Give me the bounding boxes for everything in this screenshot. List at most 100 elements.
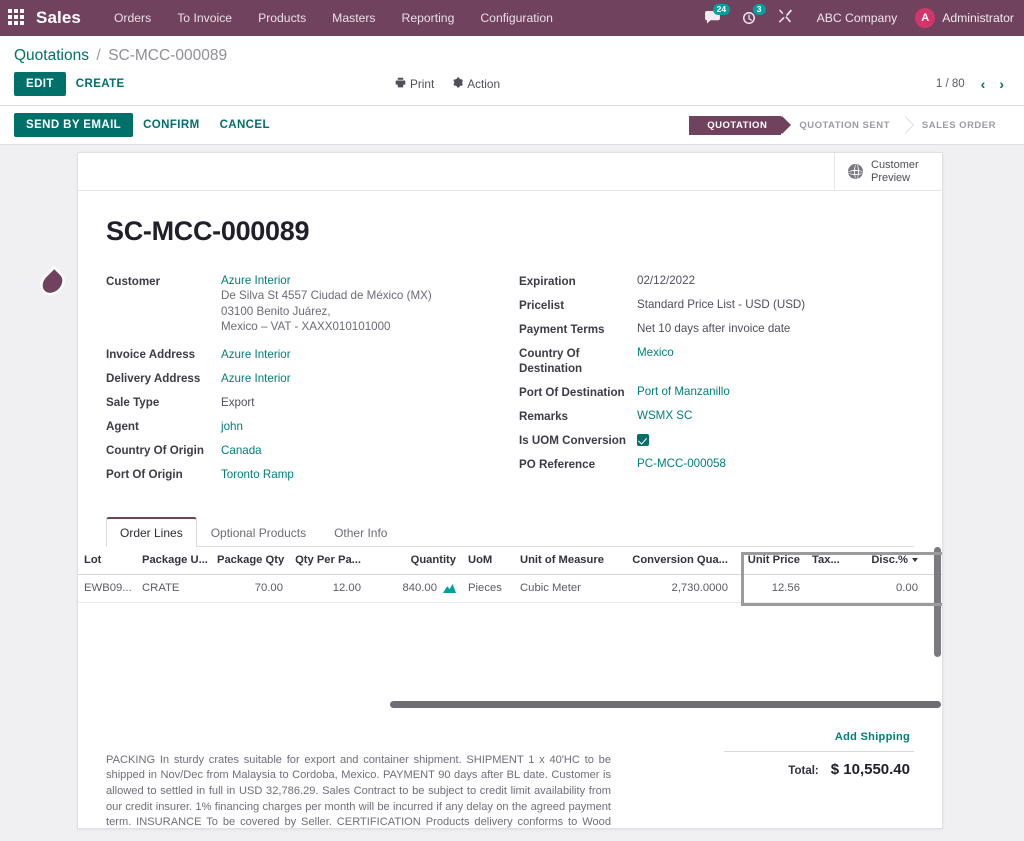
cell-uom[interactable]: Pieces (462, 574, 514, 603)
menu-configuration[interactable]: Configuration (467, 0, 566, 36)
create-button[interactable]: Create (66, 72, 135, 96)
cell-discount[interactable]: 0.00 (854, 574, 924, 603)
menu-products[interactable]: Products (245, 0, 319, 36)
app-brand[interactable]: Sales (36, 8, 81, 28)
wrench-icon[interactable] (767, 0, 803, 36)
field-value-remarks[interactable]: WSMX SC (637, 408, 692, 423)
status-quotation-sent[interactable]: Quotation Sent (781, 115, 914, 135)
pager-previous-icon[interactable]: ‹ (975, 77, 992, 91)
printer-icon (395, 77, 406, 91)
action-button[interactable]: Action (452, 77, 500, 91)
field-value-delivery-address[interactable]: Azure Interior (221, 371, 291, 386)
field-value-port-of-origin[interactable]: Toronto Ramp (221, 467, 294, 482)
col-conversion-quantity[interactable]: Conversion Qua... (624, 546, 734, 575)
menu-reporting[interactable]: Reporting (389, 0, 468, 36)
menu-orders[interactable]: Orders (101, 0, 164, 36)
col-discount[interactable]: Disc.% (854, 546, 924, 575)
col-package-uom[interactable]: Package U... (136, 546, 211, 575)
terms-and-conditions[interactable]: PACKING In sturdy crates suitable for ex… (106, 723, 611, 829)
breadcrumb-separator: / (96, 47, 101, 64)
col-lot[interactable]: Lot (78, 546, 136, 575)
add-shipping-button[interactable]: Add Shipping (724, 725, 914, 751)
col-uom[interactable]: UoM (462, 546, 514, 575)
user-menu[interactable]: A Administrator (911, 8, 1014, 28)
field-value-port-of-destination[interactable]: Port of Manzanillo (637, 384, 730, 399)
menu-masters[interactable]: Masters (319, 0, 388, 36)
field-label: Country Of Origin (106, 444, 204, 457)
cell-package-qty[interactable]: 70.00 (211, 574, 289, 603)
cancel-button[interactable]: Cancel (210, 113, 280, 137)
table-header: Lot Package U... Package Qty Qty Per Pa.… (78, 546, 942, 575)
field-value-customer[interactable]: Azure Interior (221, 273, 432, 288)
table-vertical-scrollbar[interactable] (934, 546, 941, 657)
cell-unit-of-measure[interactable]: Cubic Meter (514, 574, 624, 603)
apps-grid-icon[interactable] (8, 9, 26, 27)
notebook-tabs: Order Lines Optional Products Other Info (106, 516, 914, 547)
field-value-invoice-address[interactable]: Azure Interior (221, 347, 291, 362)
field-value-expiration: 02/12/2022 (637, 274, 696, 287)
field-value-country-of-origin[interactable]: Canada (221, 443, 262, 458)
is-uom-conversion-checkbox[interactable] (637, 434, 649, 446)
clock-icon[interactable]: 3 (731, 0, 767, 36)
order-lines-table-wrapper: Lot Package U... Package Qty Qty Per Pa.… (78, 546, 942, 717)
tab-other-info[interactable]: Other Info (320, 517, 401, 547)
field-value-sale-type: Export (221, 395, 255, 409)
form-fields: Customer Azure Interior De Silva St 4557… (106, 273, 914, 491)
record-sheet: Customer Preview SC-MCC-000089 Customer … (77, 152, 943, 829)
col-package-qty[interactable]: Package Qty (211, 546, 289, 575)
cell-quantity[interactable]: 840.00 (367, 574, 462, 603)
notebook: Order Lines Optional Products Other Info (78, 516, 942, 717)
cell-lot[interactable]: EWB09... (78, 574, 136, 603)
print-button[interactable]: Print (395, 77, 434, 91)
cell-qty-per-package[interactable]: 12.00 (289, 574, 367, 603)
order-lines-table: Lot Package U... Package Qty Qty Per Pa.… (78, 546, 942, 603)
field-label: Customer (106, 274, 161, 288)
field-value-country-of-destination[interactable]: Mexico (637, 345, 674, 360)
field-value-po-reference[interactable]: PC-MCC-000058 (637, 456, 726, 471)
col-unit-of-measure[interactable]: Unit of Measure (514, 546, 624, 575)
sort-caret-down-icon (912, 558, 918, 563)
confirm-button[interactable]: Confirm (133, 113, 209, 137)
globe-icon (848, 164, 863, 179)
status-sales-order[interactable]: Sales Order (903, 115, 1010, 135)
cell-unit-price[interactable]: 12.56 (734, 574, 806, 603)
chat-bubble-icon[interactable]: 24 (694, 0, 731, 36)
tab-order-lines[interactable]: Order Lines (106, 516, 197, 547)
cell-conversion-quantity[interactable]: 2,730.0000 (624, 574, 734, 603)
col-unit-price[interactable]: Unit Price (734, 546, 806, 575)
control-panel-center-actions: Print Action (395, 77, 500, 91)
total-row: Total: $ 10,550.40 (724, 750, 914, 778)
form-column-left: Customer Azure Interior De Silva St 4557… (106, 273, 510, 491)
pager: 1 / 80 ‹ › (936, 77, 1010, 91)
forecast-area-icon (443, 583, 456, 593)
field-invoice-address: Invoice Address Azure Interior (106, 347, 510, 363)
company-switcher[interactable]: ABC Company (803, 0, 912, 36)
total-label: Total: (788, 764, 819, 777)
breadcrumb-quotations[interactable]: Quotations (14, 47, 89, 64)
table-horizontal-scrollbar[interactable] (390, 700, 941, 708)
field-delivery-address: Delivery Address Azure Interior (106, 371, 510, 387)
field-value-pricelist: Standard Price List - USD (USD) (637, 298, 806, 311)
col-tax[interactable]: Tax... (806, 546, 854, 575)
customer-preview-button[interactable]: Customer Preview (834, 153, 942, 190)
gear-icon (452, 77, 464, 91)
field-country-of-origin: Country Of Origin Canada (106, 443, 510, 459)
send-by-email-button[interactable]: Send by Email (14, 113, 134, 137)
field-value-agent[interactable]: john (221, 419, 243, 434)
field-expiration: Expiration 02/12/2022 (519, 273, 914, 289)
cell-package-uom[interactable]: CRATE (136, 574, 211, 603)
table-row[interactable]: EWB09... CRATE 70.00 12.00 840.00 Pieces… (78, 574, 942, 603)
tab-optional-products[interactable]: Optional Products (197, 517, 320, 547)
breadcrumb-current: SC-MCC-000089 (108, 47, 228, 64)
pager-next-icon[interactable]: › (993, 77, 1010, 91)
field-label: PO Reference (519, 457, 596, 471)
menu-to-invoice[interactable]: To Invoice (164, 0, 245, 36)
cell-tax[interactable] (806, 574, 854, 603)
customer-preview-line2: Preview (871, 171, 911, 184)
content-area: Customer Preview SC-MCC-000089 Customer … (0, 145, 1024, 841)
status-quotation[interactable]: Quotation (689, 115, 792, 135)
col-qty-per-package[interactable]: Qty Per Pa... (289, 546, 367, 575)
col-quantity[interactable]: Quantity (367, 546, 462, 575)
navbar-systray: 24 3 ABC Company A Administrator (694, 0, 1014, 36)
edit-button[interactable]: Edit (14, 72, 66, 96)
